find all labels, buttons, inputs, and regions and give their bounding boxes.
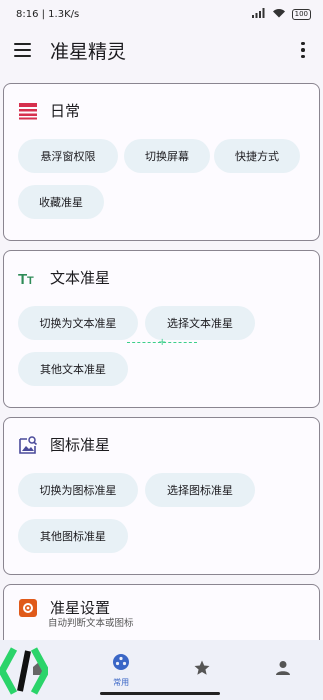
star-icon xyxy=(193,659,211,681)
card-text-crosshair: T T 文本准星 切换为文本准星 选择文本准星 其他文本准星 xyxy=(3,250,320,408)
svg-text:T: T xyxy=(27,275,34,287)
gesture-bar xyxy=(100,692,220,695)
common-icon xyxy=(112,653,130,675)
card-icon-header: 图标准星 xyxy=(18,434,110,455)
bottom-nav: 常用 xyxy=(0,640,323,700)
nav-profile[interactable] xyxy=(242,659,323,681)
list-icon xyxy=(18,101,38,121)
nav-favorites[interactable] xyxy=(162,659,243,681)
settings-icon xyxy=(18,598,38,618)
wifi-icon xyxy=(272,8,286,21)
chip-switch-to-icon[interactable]: 切换为图标准星 xyxy=(18,473,138,507)
chip-favorite-crosshair[interactable]: 收藏准星 xyxy=(18,185,104,219)
status-bar: 8:16 | 1.3K/s 100 xyxy=(0,0,323,28)
signal-icon xyxy=(251,7,266,21)
text-format-icon: T T xyxy=(18,268,38,288)
battery-icon: 100 xyxy=(291,8,311,20)
card-text-header: T T 文本准星 xyxy=(18,267,110,288)
chip-shortcut[interactable]: 快捷方式 xyxy=(214,139,300,173)
more-vert-icon[interactable] xyxy=(295,41,311,59)
status-time: 8:16 | 1.3K/s xyxy=(16,8,80,20)
card-daily-title: 日常 xyxy=(50,102,81,120)
card-daily: 日常 悬浮窗权限 切换屏幕 快捷方式 收藏准星 xyxy=(3,83,320,241)
svg-text:T: T xyxy=(18,271,27,288)
image-search-icon xyxy=(18,435,38,455)
chip-overlay-permission[interactable]: 悬浮窗权限 xyxy=(18,139,118,173)
chip-switch-to-text[interactable]: 切换为文本准星 xyxy=(18,306,138,340)
card-settings-subtitle: 自动判断文本或图标 xyxy=(48,618,134,629)
menu-icon[interactable] xyxy=(14,40,34,60)
app-bar: 准星精灵 xyxy=(0,28,323,72)
card-icon-crosshair: 图标准星 切换为图标准星 选择图标准星 其他图标准星 xyxy=(3,417,320,575)
app-title: 准星精灵 xyxy=(50,40,127,63)
status-icons: 100 xyxy=(251,7,311,21)
card-daily-header: 日常 xyxy=(18,100,80,121)
chip-other-icon[interactable]: 其他图标准星 xyxy=(18,519,128,553)
app-logo-icon xyxy=(0,645,50,695)
card-icon-title: 图标准星 xyxy=(50,436,111,454)
nav-common[interactable]: 常用 xyxy=(81,653,162,688)
person-icon xyxy=(274,659,292,681)
card-text-title: 文本准星 xyxy=(50,269,111,287)
chip-select-icon[interactable]: 选择图标准星 xyxy=(145,473,255,507)
chip-other-text[interactable]: 其他文本准星 xyxy=(18,352,128,386)
chip-switch-screen[interactable]: 切换屏幕 xyxy=(124,139,210,173)
crosshair-guide: + xyxy=(127,337,197,348)
nav-common-label: 常用 xyxy=(113,677,130,687)
chip-select-text[interactable]: 选择文本准星 xyxy=(145,306,255,340)
